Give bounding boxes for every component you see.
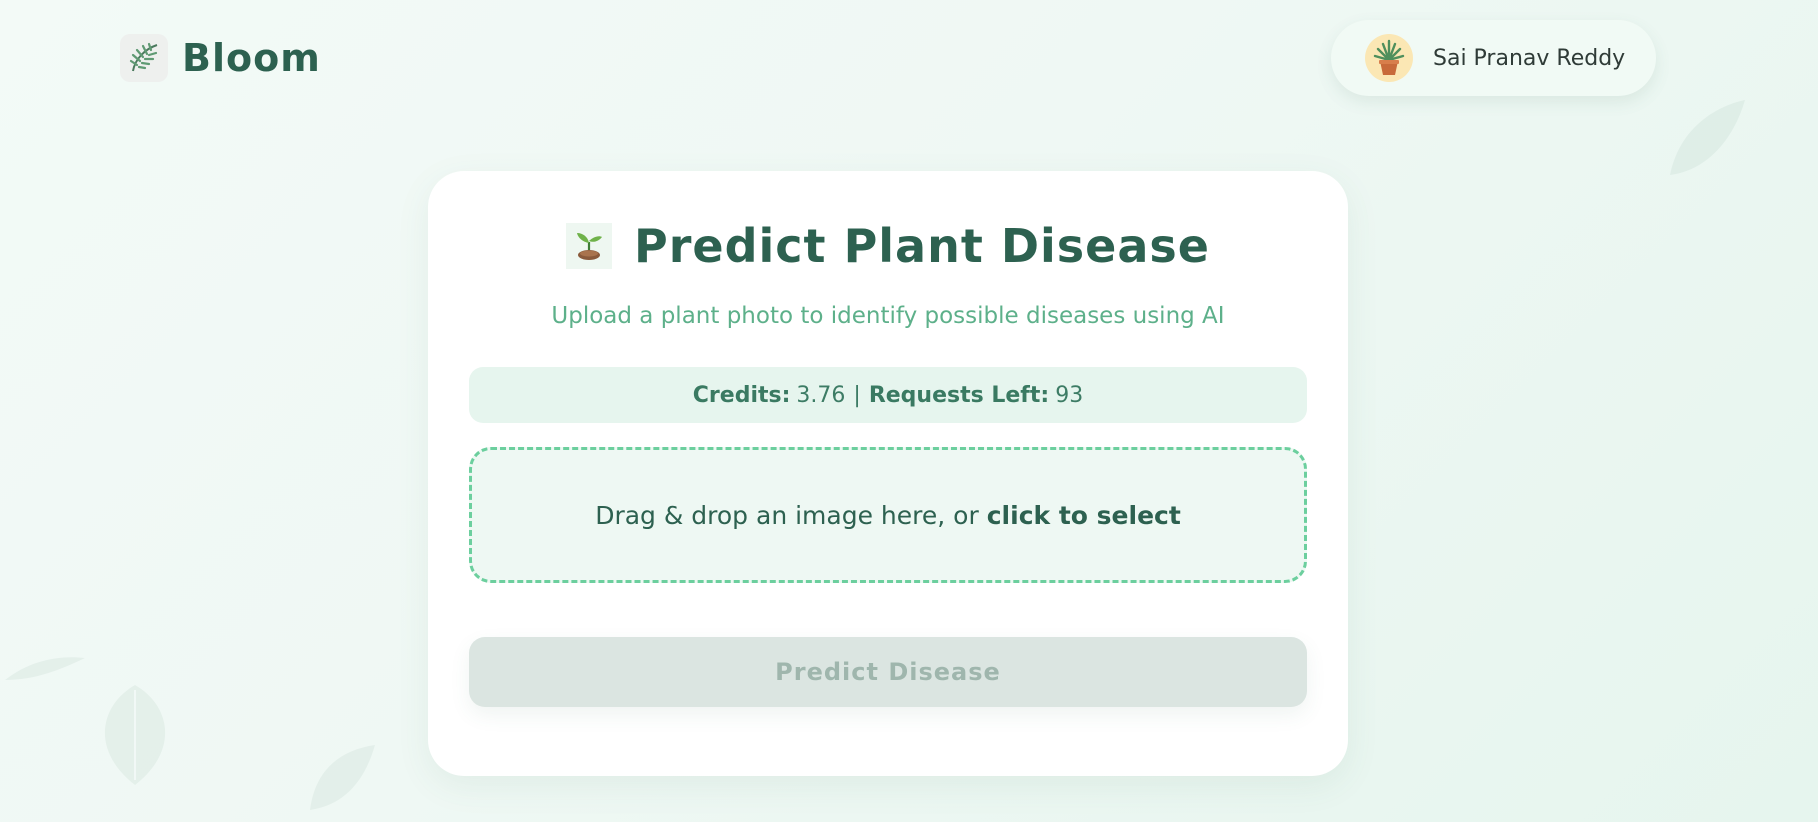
predict-disease-button[interactable]: Predict Disease [469,637,1307,707]
predict-card: Predict Plant Disease Upload a plant pho… [428,171,1348,776]
brand[interactable]: Bloom [120,34,321,82]
credits-bar: Credits: 3.76 | Requests Left: 93 [469,367,1307,423]
credits-separator: | [853,382,861,408]
requests-left-value: 93 [1055,382,1084,408]
credits-value: 3.76 [796,382,846,408]
user-name: Sai Pranav Reddy [1433,45,1626,71]
click-to-select-link[interactable]: click to select [987,501,1181,530]
seedling-icon [566,223,612,269]
dropzone-text: Drag & drop an image here, or [595,500,979,530]
page-title: Predict Plant Disease [634,219,1210,273]
leaf-icon [120,34,168,82]
background-leaf-icon [310,745,375,810]
page-subtitle: Upload a plant photo to identify possibl… [551,303,1225,329]
credits-label: Credits: [692,382,791,408]
brand-name: Bloom [182,36,321,80]
background-leaf-icon [104,685,166,785]
requests-left-label: Requests Left: [868,382,1050,408]
background-leaf-icon [1670,100,1745,175]
title-row: Predict Plant Disease [428,223,1348,269]
background-leaf-icon [5,657,85,680]
image-dropzone[interactable]: Drag & drop an image here, or click to s… [469,447,1307,583]
user-profile-button[interactable]: Sai Pranav Reddy [1331,20,1656,96]
potted-plant-icon [1365,34,1413,82]
